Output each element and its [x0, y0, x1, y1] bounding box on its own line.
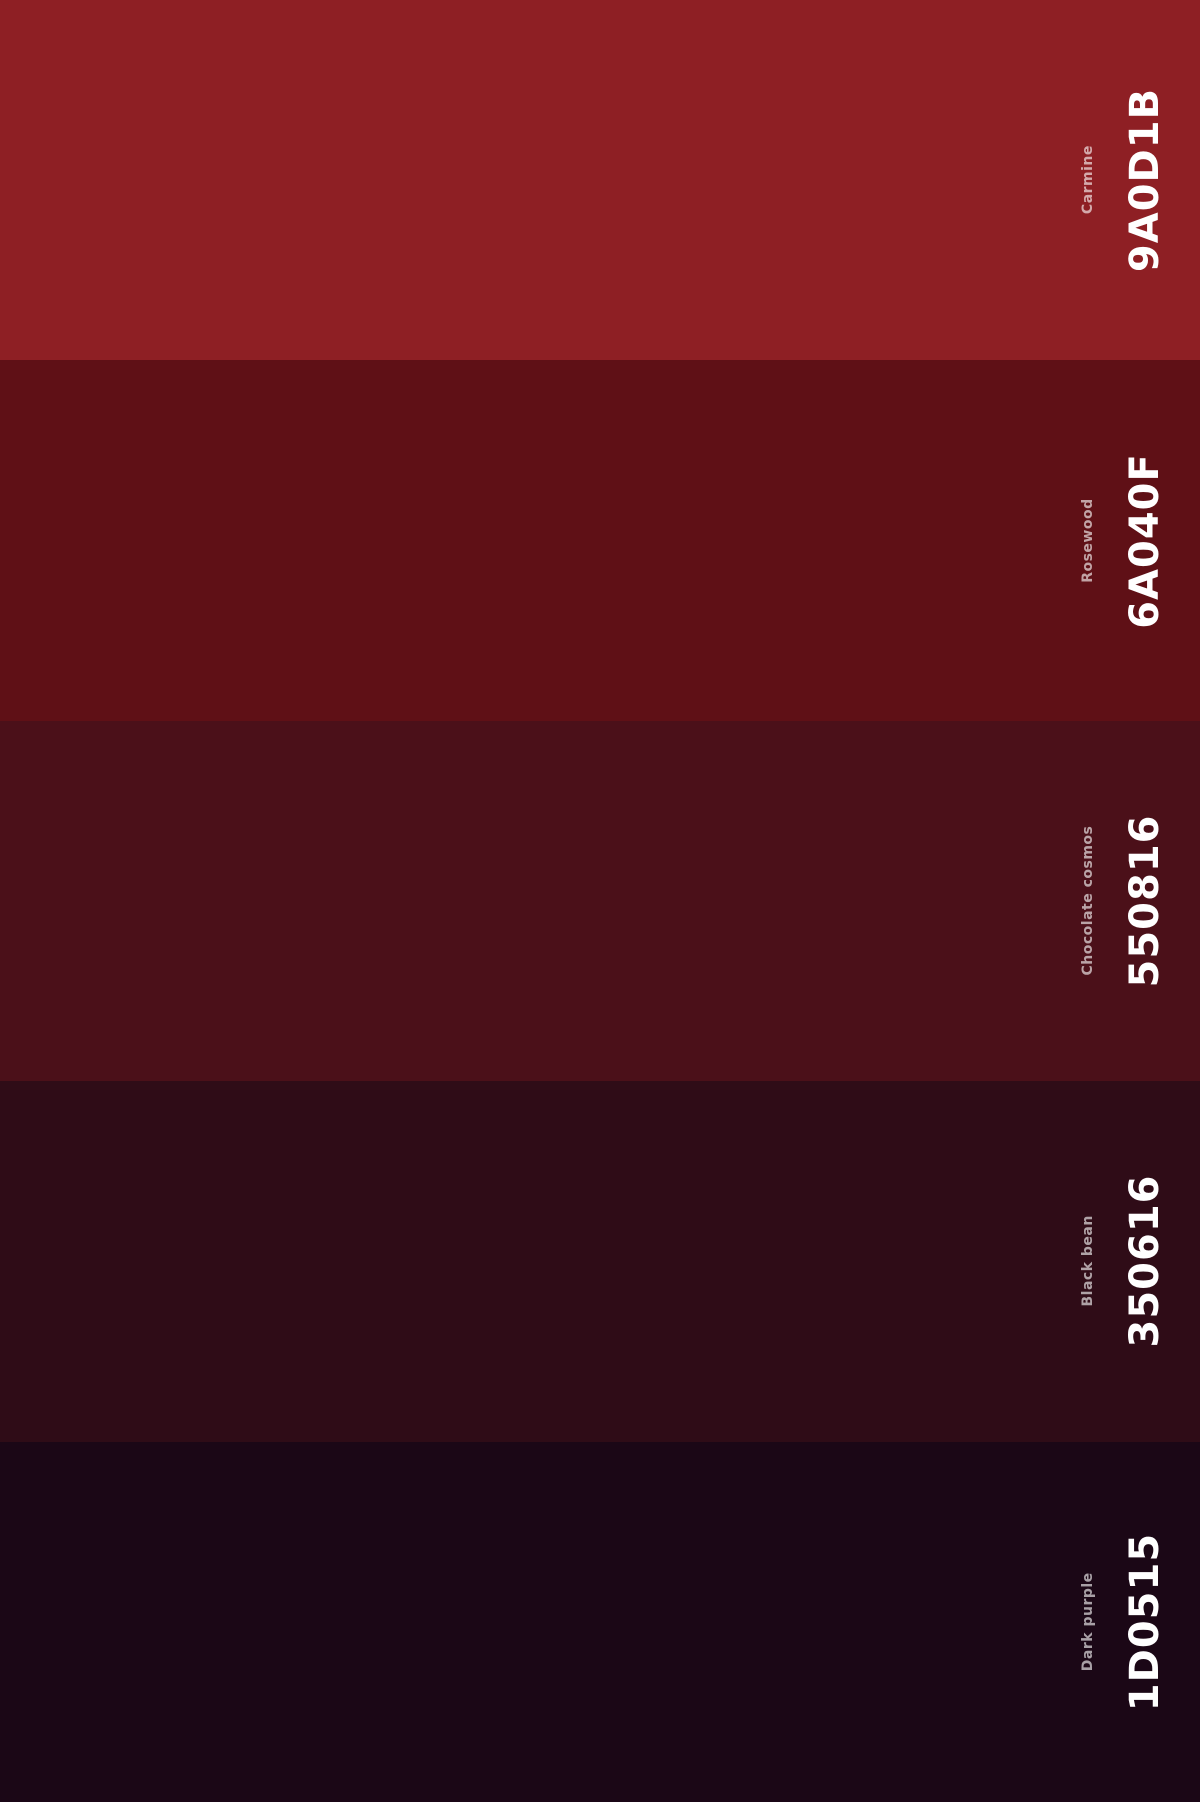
swatch-label-group: 550816 Chocolate cosmos: [1080, 815, 1168, 988]
swatch-dark-purple[interactable]: 1D0515 Dark purple: [0, 1441, 1200, 1802]
swatch-label-group: 6A040F Rosewood: [1080, 453, 1168, 629]
swatch-chocolate-cosmos[interactable]: 550816 Chocolate cosmos: [0, 720, 1200, 1082]
color-name: Black bean: [1080, 1215, 1096, 1308]
swatch-label-group: 350616 Black bean: [1080, 1175, 1168, 1348]
color-name: Chocolate cosmos: [1080, 826, 1096, 976]
color-palette: 9A0D1B Carmine 6A040F Rosewood 550816 Ch…: [0, 0, 1200, 1802]
hex-code: 1D0515: [1122, 1532, 1168, 1712]
swatch-rosewood[interactable]: 6A040F Rosewood: [0, 360, 1200, 721]
color-name: Carmine: [1080, 145, 1096, 215]
hex-code: 6A040F: [1122, 452, 1168, 629]
color-name: Rosewood: [1080, 498, 1096, 583]
swatch-carmine[interactable]: 9A0D1B Carmine: [0, 0, 1200, 361]
swatch-black-bean[interactable]: 350616 Black bean: [0, 1081, 1200, 1442]
hex-code: 550816: [1122, 814, 1168, 988]
swatch-label-group: 9A0D1B Carmine: [1080, 88, 1168, 272]
color-name: Dark purple: [1080, 1572, 1096, 1672]
hex-code: 9A0D1B: [1122, 88, 1168, 273]
hex-code: 350616: [1122, 1174, 1168, 1348]
swatch-label-group: 1D0515 Dark purple: [1080, 1533, 1168, 1711]
